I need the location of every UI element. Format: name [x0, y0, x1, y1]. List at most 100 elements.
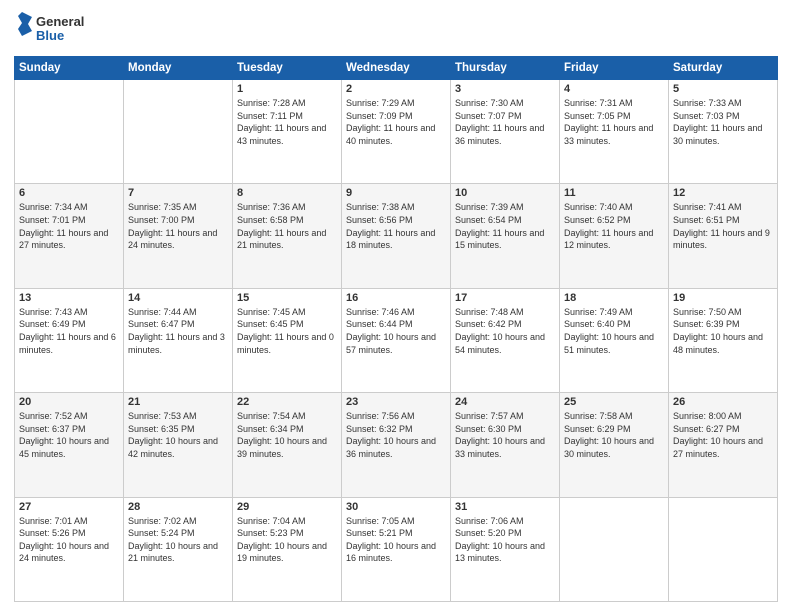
day-info: Sunrise: 7:44 AMSunset: 6:47 PMDaylight:… [128, 306, 228, 356]
day-cell: 22Sunrise: 7:54 AMSunset: 6:34 PMDayligh… [233, 393, 342, 497]
day-number: 13 [19, 292, 119, 304]
day-number: 11 [564, 187, 664, 199]
day-number: 5 [673, 83, 773, 95]
day-cell [15, 80, 124, 184]
day-cell: 20Sunrise: 7:52 AMSunset: 6:37 PMDayligh… [15, 393, 124, 497]
day-cell: 30 Sunrise: 7:05 AMSunset: 5:21 PMDayligh… [342, 497, 451, 601]
day-info: Sunrise: 7:39 AMSunset: 6:54 PMDaylight:… [455, 201, 555, 251]
day-cell: 15 Sunrise: 7:45 AMSunset: 6:45 PMDayligh… [233, 288, 342, 392]
day-cell: 26Sunrise: 8:00 AMSunset: 6:27 PMDayligh… [669, 393, 778, 497]
day-info: Sunrise: 7:35 AMSunset: 7:00 PMDaylight:… [128, 201, 228, 251]
day-cell: 14 Sunrise: 7:44 AMSunset: 6:47 PMDayligh… [124, 288, 233, 392]
day-cell [669, 497, 778, 601]
day-info: Sunrise: 7:31 AMSunset: 7:05 PMDaylight:… [564, 97, 664, 147]
day-info: Sunrise: 7:57 AMSunset: 6:30 PMDaylight:… [455, 410, 555, 460]
day-cell: 7 Sunrise: 7:35 AMSunset: 7:00 PMDaylight… [124, 184, 233, 288]
day-cell: 5 Sunrise: 7:33 AMSunset: 7:03 PMDaylight… [669, 80, 778, 184]
day-info: Sunrise: 7:04 AMSunset: 5:23 PMDaylight:… [237, 515, 337, 565]
day-number: 31 [455, 501, 555, 513]
day-cell: 19 Sunrise: 7:50 AMSunset: 6:39 PMDayligh… [669, 288, 778, 392]
day-info: Sunrise: 7:49 AMSunset: 6:40 PMDaylight:… [564, 306, 664, 356]
day-info: Sunrise: 7:05 AMSunset: 5:21 PMDaylight:… [346, 515, 446, 565]
day-number: 8 [237, 187, 337, 199]
day-number: 20 [19, 396, 119, 408]
day-number: 15 [237, 292, 337, 304]
day-info: Sunrise: 7:46 AMSunset: 6:44 PMDaylight:… [346, 306, 446, 356]
day-info: Sunrise: 7:43 AMSunset: 6:49 PMDaylight:… [19, 306, 119, 356]
calendar-page: General Blue SundayMondayTuesdayWednesda… [0, 0, 792, 612]
day-cell: 16 Sunrise: 7:46 AMSunset: 6:44 PMDayligh… [342, 288, 451, 392]
day-number: 18 [564, 292, 664, 304]
day-cell: 29Sunrise: 7:04 AMSunset: 5:23 PMDayligh… [233, 497, 342, 601]
day-number: 30 [346, 501, 446, 513]
day-info: Sunrise: 7:41 AMSunset: 6:51 PMDaylight:… [673, 201, 773, 251]
day-number: 6 [19, 187, 119, 199]
day-info: Sunrise: 7:33 AMSunset: 7:03 PMDaylight:… [673, 97, 773, 147]
day-cell: 17 Sunrise: 7:48 AMSunset: 6:42 PMDayligh… [451, 288, 560, 392]
day-info: Sunrise: 7:38 AMSunset: 6:56 PMDaylight:… [346, 201, 446, 251]
day-number: 28 [128, 501, 228, 513]
day-info: Sunrise: 7:53 AMSunset: 6:35 PMDaylight:… [128, 410, 228, 460]
logo-svg: General Blue [14, 10, 94, 48]
day-cell: 28 Sunrise: 7:02 AMSunset: 5:24 PMDayligh… [124, 497, 233, 601]
day-info: Sunrise: 7:02 AMSunset: 5:24 PMDaylight:… [128, 515, 228, 565]
day-info: Sunrise: 7:45 AMSunset: 6:45 PMDaylight:… [237, 306, 337, 356]
day-cell [124, 80, 233, 184]
day-info: Sunrise: 7:36 AMSunset: 6:58 PMDaylight:… [237, 201, 337, 251]
day-number: 19 [673, 292, 773, 304]
day-cell: 3 Sunrise: 7:30 AMSunset: 7:07 PMDaylight… [451, 80, 560, 184]
day-info: Sunrise: 7:34 AMSunset: 7:01 PMDaylight:… [19, 201, 119, 251]
day-number: 12 [673, 187, 773, 199]
col-header-tuesday: Tuesday [233, 57, 342, 80]
day-cell: 10 Sunrise: 7:39 AMSunset: 6:54 PMDayligh… [451, 184, 560, 288]
day-cell: 11Sunrise: 7:40 AMSunset: 6:52 PMDayligh… [560, 184, 669, 288]
day-number: 24 [455, 396, 555, 408]
day-cell: 23 Sunrise: 7:56 AMSunset: 6:32 PMDayligh… [342, 393, 451, 497]
day-number: 21 [128, 396, 228, 408]
day-number: 17 [455, 292, 555, 304]
day-cell: 9Sunrise: 7:38 AMSunset: 6:56 PMDaylight… [342, 184, 451, 288]
col-header-thursday: Thursday [451, 57, 560, 80]
logo: General Blue [14, 10, 94, 48]
col-header-monday: Monday [124, 57, 233, 80]
day-info: Sunrise: 8:00 AMSunset: 6:27 PMDaylight:… [673, 410, 773, 460]
day-number: 3 [455, 83, 555, 95]
day-number: 27 [19, 501, 119, 513]
week-row-4: 27 Sunrise: 7:01 AMSunset: 5:26 PMDayligh… [15, 497, 778, 601]
day-cell: 31 Sunrise: 7:06 AMSunset: 5:20 PMDayligh… [451, 497, 560, 601]
col-header-sunday: Sunday [15, 57, 124, 80]
day-info: Sunrise: 7:30 AMSunset: 7:07 PMDaylight:… [455, 97, 555, 147]
day-number: 10 [455, 187, 555, 199]
day-number: 2 [346, 83, 446, 95]
day-number: 1 [237, 83, 337, 95]
day-cell: 12 Sunrise: 7:41 AMSunset: 6:51 PMDayligh… [669, 184, 778, 288]
day-info: Sunrise: 7:29 AMSunset: 7:09 PMDaylight:… [346, 97, 446, 147]
col-header-friday: Friday [560, 57, 669, 80]
week-row-0: 1Sunrise: 7:28 AMSunset: 7:11 PMDaylight… [15, 80, 778, 184]
day-info: Sunrise: 7:50 AMSunset: 6:39 PMDaylight:… [673, 306, 773, 356]
svg-text:Blue: Blue [36, 28, 64, 43]
day-cell: 21 Sunrise: 7:53 AMSunset: 6:35 PMDayligh… [124, 393, 233, 497]
header: General Blue [14, 10, 778, 48]
calendar-header-row: SundayMondayTuesdayWednesdayThursdayFrid… [15, 57, 778, 80]
day-number: 7 [128, 187, 228, 199]
day-number: 23 [346, 396, 446, 408]
day-info: Sunrise: 7:01 AMSunset: 5:26 PMDaylight:… [19, 515, 119, 565]
week-row-2: 13 Sunrise: 7:43 AMSunset: 6:49 PMDayligh… [15, 288, 778, 392]
day-number: 25 [564, 396, 664, 408]
week-row-3: 20Sunrise: 7:52 AMSunset: 6:37 PMDayligh… [15, 393, 778, 497]
day-info: Sunrise: 7:06 AMSunset: 5:20 PMDaylight:… [455, 515, 555, 565]
day-cell: 24 Sunrise: 7:57 AMSunset: 6:30 PMDayligh… [451, 393, 560, 497]
day-cell [560, 497, 669, 601]
day-number: 16 [346, 292, 446, 304]
calendar-table: SundayMondayTuesdayWednesdayThursdayFrid… [14, 56, 778, 602]
day-number: 22 [237, 396, 337, 408]
day-number: 4 [564, 83, 664, 95]
day-cell: 13 Sunrise: 7:43 AMSunset: 6:49 PMDayligh… [15, 288, 124, 392]
day-cell: 25Sunrise: 7:58 AMSunset: 6:29 PMDayligh… [560, 393, 669, 497]
day-number: 14 [128, 292, 228, 304]
day-info: Sunrise: 7:48 AMSunset: 6:42 PMDaylight:… [455, 306, 555, 356]
week-row-1: 6 Sunrise: 7:34 AMSunset: 7:01 PMDaylight… [15, 184, 778, 288]
day-info: Sunrise: 7:56 AMSunset: 6:32 PMDaylight:… [346, 410, 446, 460]
day-cell: 4 Sunrise: 7:31 AMSunset: 7:05 PMDaylight… [560, 80, 669, 184]
